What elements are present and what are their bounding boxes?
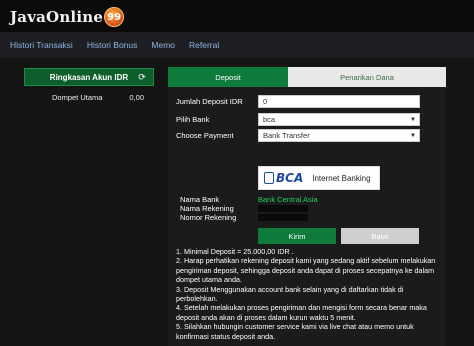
note-line: 2. Harap perhatikan rekening deposit kam… — [176, 256, 436, 266]
cancel-button[interactable]: Batal — [341, 228, 419, 244]
note-line: 4. Setelah melakukan proses pengiriman d… — [176, 303, 427, 313]
account-summary-title: Ringkasan Akun IDR — [49, 72, 129, 82]
note-line: pengiriman deposit, sehingga deposit and… — [176, 265, 435, 275]
account-number-label: Nomor Rekening — [180, 213, 237, 222]
main-nav: Histori Transaksi Histori Bonus Memo Ref… — [0, 32, 474, 58]
submit-button[interactable]: Kirim — [258, 228, 336, 244]
bank-name-label: Nama Bank — [180, 195, 220, 204]
nav-item-histori-bonus[interactable]: Histori Bonus — [87, 40, 138, 50]
note-line: konfirmasi status deposit anda. — [176, 331, 276, 341]
account-summary: Ringkasan Akun IDR ⟳ Dompet Utama 0,00 — [24, 68, 154, 110]
bank-select[interactable]: bca ▼ — [258, 113, 420, 126]
note-line: deposit anda akan di proses dalam kurun … — [176, 312, 356, 322]
account-name-label: Nama Rekening — [180, 204, 234, 213]
payment-label: Choose Payment — [176, 131, 234, 140]
tab-withdraw[interactable]: Penarikan Dana — [288, 67, 446, 87]
bca-logo-text: BCA — [276, 171, 304, 185]
note-line: perbolehkan. — [176, 294, 218, 304]
note-line: dompet utama anda. — [176, 275, 242, 285]
bank-card[interactable]: BCA Internet Banking — [258, 166, 380, 190]
amount-label: Jumlah Deposit IDR — [176, 97, 243, 106]
logo-text: JavaOnline — [10, 8, 104, 26]
deposit-notes: 1. Minimal Deposit = 25.000,00 IDR . 2. … — [176, 247, 442, 341]
wallet-label: Dompet Utama — [52, 92, 103, 102]
nav-item-referral[interactable]: Referral — [189, 40, 219, 50]
nav-item-memo[interactable]: Memo — [151, 40, 175, 50]
bank-label: Pilih Bank — [176, 115, 210, 124]
bca-logo-icon — [264, 172, 274, 184]
refresh-icon[interactable]: ⟳ — [137, 72, 147, 82]
bca-logo: BCA — [264, 171, 303, 185]
bank-name-value: Bank Central Asia — [258, 195, 318, 204]
amount-input[interactable]: 0 — [258, 95, 420, 108]
logo-badge: 99 — [104, 7, 125, 27]
site-logo[interactable]: JavaOnline 99 — [10, 6, 125, 28]
internet-banking-label: Internet Banking — [312, 173, 371, 183]
deposit-tabs: Deposit Penarikan Dana — [168, 67, 446, 87]
nav-item-histori-transaksi[interactable]: Histori Transaksi — [10, 40, 73, 50]
account-number-redacted — [258, 214, 308, 221]
wallet-row: Dompet Utama 0,00 — [24, 86, 154, 108]
payment-select-value: Bank Transfer — [263, 131, 310, 140]
note-line: 3. Deposit Menggunakan account bank sela… — [176, 284, 404, 294]
deposit-panel: Deposit Penarikan Dana Jumlah Deposit ID… — [168, 67, 446, 346]
note-line: 1. Minimal Deposit = 25.000,00 IDR . — [176, 247, 294, 256]
wallet-balance: 0,00 — [129, 92, 144, 102]
chevron-down-icon: ▼ — [410, 133, 416, 139]
bank-select-value: bca — [263, 115, 276, 124]
account-summary-header: Ringkasan Akun IDR ⟳ — [24, 68, 154, 86]
tab-deposit[interactable]: Deposit — [168, 67, 288, 87]
note-line: 5. Silahkan hubungin customer service ka… — [176, 322, 414, 332]
payment-select[interactable]: Bank Transfer ▼ — [258, 129, 420, 142]
top-bar: JavaOnline 99 — [0, 0, 474, 32]
chevron-down-icon: ▼ — [410, 117, 416, 123]
account-name-redacted — [258, 205, 308, 212]
